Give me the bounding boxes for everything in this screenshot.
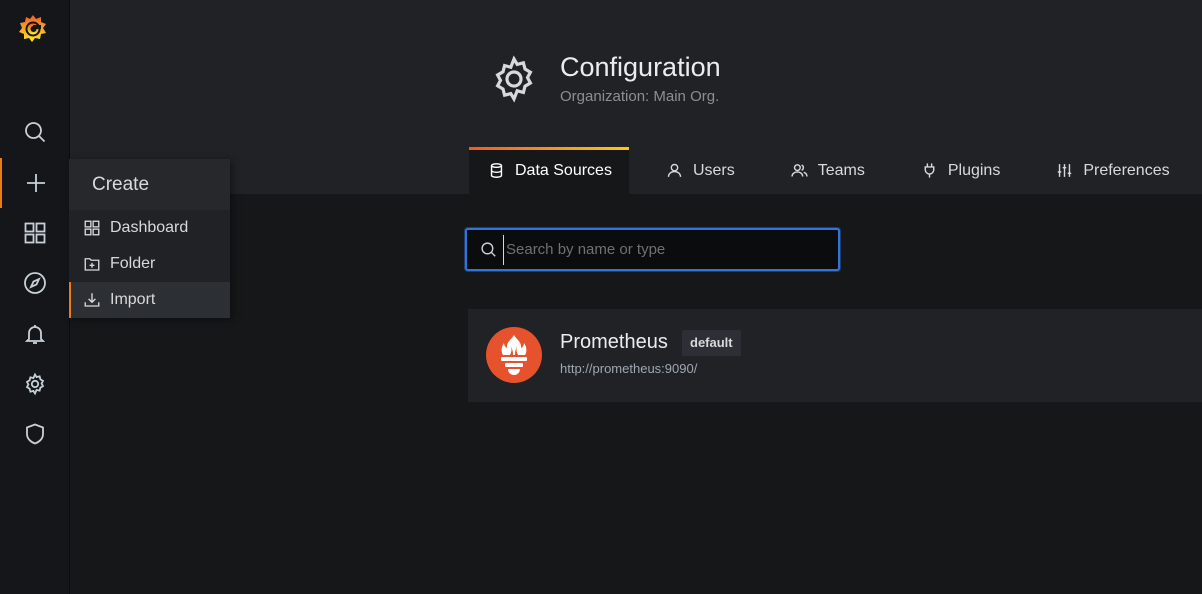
datasource-url: http://prometheus:9090/	[560, 361, 698, 376]
apps-icon	[84, 220, 100, 236]
user-icon	[667, 163, 682, 177]
tab-label: Data Sources	[515, 161, 612, 179]
create-menu-item-folder[interactable]: Folder	[69, 246, 230, 282]
tab-users[interactable]: Users	[647, 147, 752, 194]
sidebar-item-alerting[interactable]	[0, 309, 69, 359]
sidebar-item-configuration[interactable]	[0, 359, 69, 409]
search-icon	[481, 242, 496, 257]
prometheus-logo-icon	[486, 327, 542, 383]
search-icon	[24, 122, 45, 143]
tab-label: Plugins	[947, 161, 1001, 179]
sidebar-item-explore[interactable]	[0, 258, 69, 308]
sidebar	[0, 0, 69, 594]
gear-icon	[25, 372, 44, 396]
search-box	[465, 228, 840, 271]
create-menu-item-label: Import	[110, 291, 156, 308]
create-menu-item-label: Dashboard	[110, 219, 189, 236]
tab-label: Users	[692, 161, 735, 179]
shield-icon	[25, 423, 44, 445]
create-menu-item-label: Folder	[110, 255, 156, 272]
tab-data-sources[interactable]: Data Sources	[469, 147, 629, 194]
search-input[interactable]	[503, 234, 823, 265]
default-badge: default	[682, 330, 741, 356]
gear-icon	[489, 54, 539, 104]
bell-icon	[24, 325, 45, 344]
create-menu-item-import[interactable]: Import	[69, 282, 230, 318]
sliders-icon	[1058, 164, 1072, 177]
users-icon	[791, 164, 808, 177]
tab-label: Preferences	[1083, 161, 1170, 179]
create-menu-title[interactable]: Create	[69, 159, 230, 210]
datasource-name: Prometheus	[560, 331, 668, 353]
create-menu-item-dashboard[interactable]: Dashboard	[69, 210, 230, 246]
apps-icon	[24, 222, 45, 244]
tab-teams[interactable]: Teams	[772, 147, 882, 194]
create-menu: Create Dashboard Folder Import	[69, 159, 230, 318]
sidebar-item-server-admin[interactable]	[0, 409, 69, 459]
tab-plugins[interactable]: Plugins	[902, 147, 1017, 194]
tab-label: Teams	[817, 161, 865, 179]
import-icon	[84, 293, 100, 307]
folder-plus-icon	[84, 258, 100, 271]
tab-preferences[interactable]: Preferences	[1037, 147, 1186, 194]
config-tabs: Data Sources Users Teams Plugins Prefere…	[469, 147, 1187, 194]
page-title: Configuration	[560, 52, 721, 82]
sidebar-item-search[interactable]	[0, 107, 69, 157]
sidebar-item-dashboards[interactable]	[0, 208, 69, 258]
sidebar-item-create[interactable]	[0, 158, 69, 208]
datasource-card[interactable]: Prometheus default http://prometheus:909…	[468, 309, 1202, 402]
page-subtitle: Organization: Main Org.	[560, 88, 720, 105]
database-icon	[490, 163, 503, 178]
compass-icon	[23, 272, 46, 294]
plus-icon	[26, 174, 45, 192]
plug-icon	[924, 163, 935, 178]
grafana-logo-icon[interactable]	[15, 12, 51, 48]
